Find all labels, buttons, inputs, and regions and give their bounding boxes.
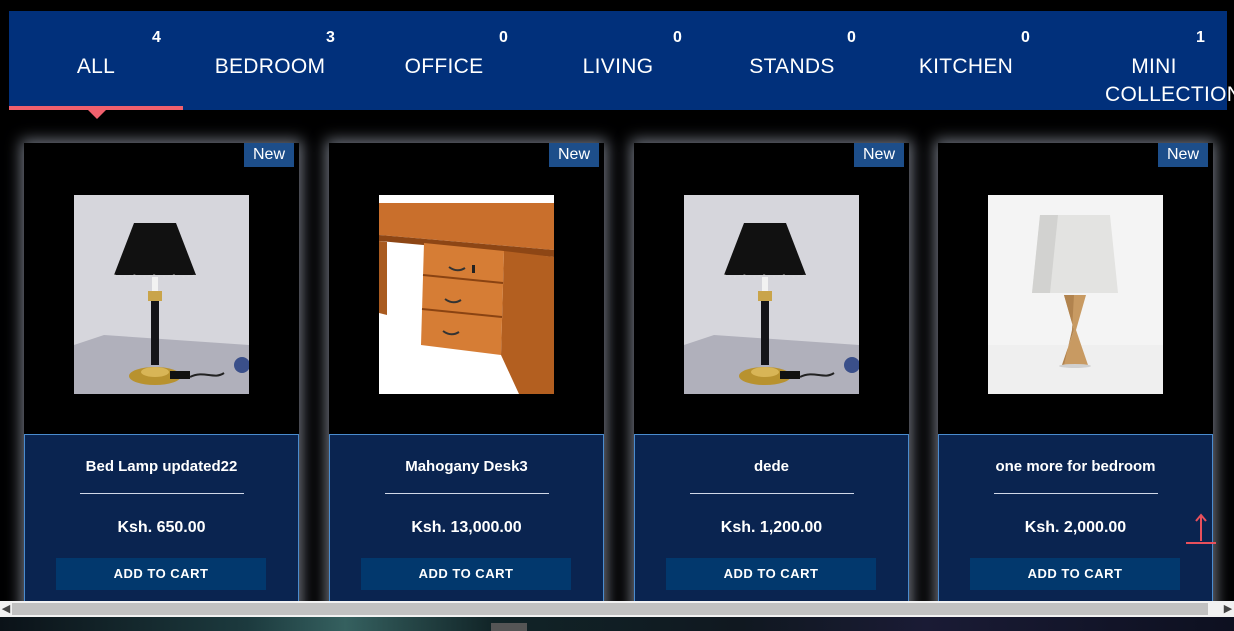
tab-count: 3 (326, 29, 335, 46)
tab-count: 0 (1021, 29, 1030, 46)
product-name[interactable]: one more for bedroom (939, 458, 1212, 475)
tab-all[interactable]: 4 ALL (9, 11, 183, 110)
divider (690, 493, 854, 494)
tab-count: 1 (1196, 29, 1205, 46)
horizontal-scrollbar[interactable]: ◀ ▶ (0, 601, 1234, 617)
product-image[interactable] (379, 195, 554, 394)
tab-label: LIVING (582, 55, 654, 78)
product-price: Ksh. 1,200.00 (720, 519, 823, 536)
product-image[interactable] (684, 195, 859, 394)
tab-count: 0 (847, 29, 856, 46)
black-table-lamp-photo-icon (684, 195, 859, 394)
divider (994, 493, 1158, 494)
tab-bedroom[interactable]: 3 BEDROOM (183, 11, 357, 110)
product-card: New Bed Lamp updated22 Ksh. 650.00 ADD T… (24, 143, 299, 613)
footer-handle (491, 623, 527, 631)
tab-count: 4 (152, 29, 161, 46)
black-table-lamp-photo-icon (74, 195, 249, 394)
tab-label: BEDROOM (214, 55, 326, 78)
new-badge: New (549, 143, 599, 167)
scrollbar-thumb[interactable] (12, 603, 1208, 615)
white-shade-lamp-photo-icon (988, 195, 1163, 394)
product-name[interactable]: dede (635, 458, 908, 475)
product-image[interactable] (74, 195, 249, 394)
scroll-left-icon[interactable]: ◀ (0, 601, 12, 617)
new-badge: New (1158, 143, 1208, 167)
product-card: New dede Ksh. 1,200.00 ADD TO CART (634, 143, 909, 613)
product-price: Ksh. 650.00 (117, 519, 206, 536)
tab-label: OFFICE (404, 55, 484, 78)
tab-office[interactable]: 0 OFFICE (357, 11, 531, 110)
product-name[interactable]: Mahogany Desk3 (330, 458, 603, 475)
product-image[interactable] (988, 195, 1163, 394)
product-price: Ksh. 13,000.00 (411, 519, 522, 536)
product-price: Ksh. 2,000.00 (1024, 519, 1127, 536)
tab-mini-collection[interactable]: 1 MINI COLLECTION (1053, 11, 1234, 110)
active-tab-caret (88, 110, 106, 119)
new-badge: New (854, 143, 904, 167)
product-info: Mahogany Desk3 Ksh. 13,000.00 ADD TO CAR… (329, 434, 604, 613)
divider (80, 493, 244, 494)
product-card: New Mahogany Desk3 Ksh. 13,000.00 ADD TO… (329, 143, 604, 613)
scroll-right-icon[interactable]: ▶ (1222, 601, 1234, 617)
tab-label: KITCHEN (918, 55, 1014, 78)
product-name[interactable]: Bed Lamp updated22 (25, 458, 298, 475)
add-to-cart-button[interactable]: ADD TO CART (361, 558, 571, 590)
footer-background-strip (0, 617, 1234, 631)
arrow-up-icon (1186, 513, 1216, 544)
new-badge: New (244, 143, 294, 167)
tab-living[interactable]: 0 LIVING (531, 11, 705, 110)
product-card: New one more for bedroom Ksh. 2,000.00 A… (938, 143, 1213, 613)
tab-label: MINI COLLECTION (1105, 55, 1234, 106)
add-to-cart-button[interactable]: ADD TO CART (970, 558, 1180, 590)
product-info: dede Ksh. 1,200.00 ADD TO CART (634, 434, 909, 613)
scroll-to-top-button[interactable] (1184, 512, 1218, 546)
tab-count: 0 (499, 29, 508, 46)
add-to-cart-button[interactable]: ADD TO CART (666, 558, 876, 590)
tab-label: STANDS (749, 55, 835, 78)
product-info: Bed Lamp updated22 Ksh. 650.00 ADD TO CA… (24, 434, 299, 613)
tab-count: 0 (673, 29, 682, 46)
category-tab-bar: 4 ALL 3 BEDROOM 0 OFFICE 0 LIVING 0 STAN… (9, 11, 1234, 110)
tab-stands[interactable]: 0 STANDS (705, 11, 879, 110)
wooden-desk-photo-icon (379, 195, 554, 394)
add-to-cart-button[interactable]: ADD TO CART (56, 558, 266, 590)
divider (385, 493, 549, 494)
product-info: one more for bedroom Ksh. 2,000.00 ADD T… (938, 434, 1213, 613)
product-page: 4 ALL 3 BEDROOM 0 OFFICE 0 LIVING 0 STAN… (0, 0, 1234, 631)
tab-label: ALL (76, 55, 116, 78)
tab-kitchen[interactable]: 0 KITCHEN (879, 11, 1053, 110)
